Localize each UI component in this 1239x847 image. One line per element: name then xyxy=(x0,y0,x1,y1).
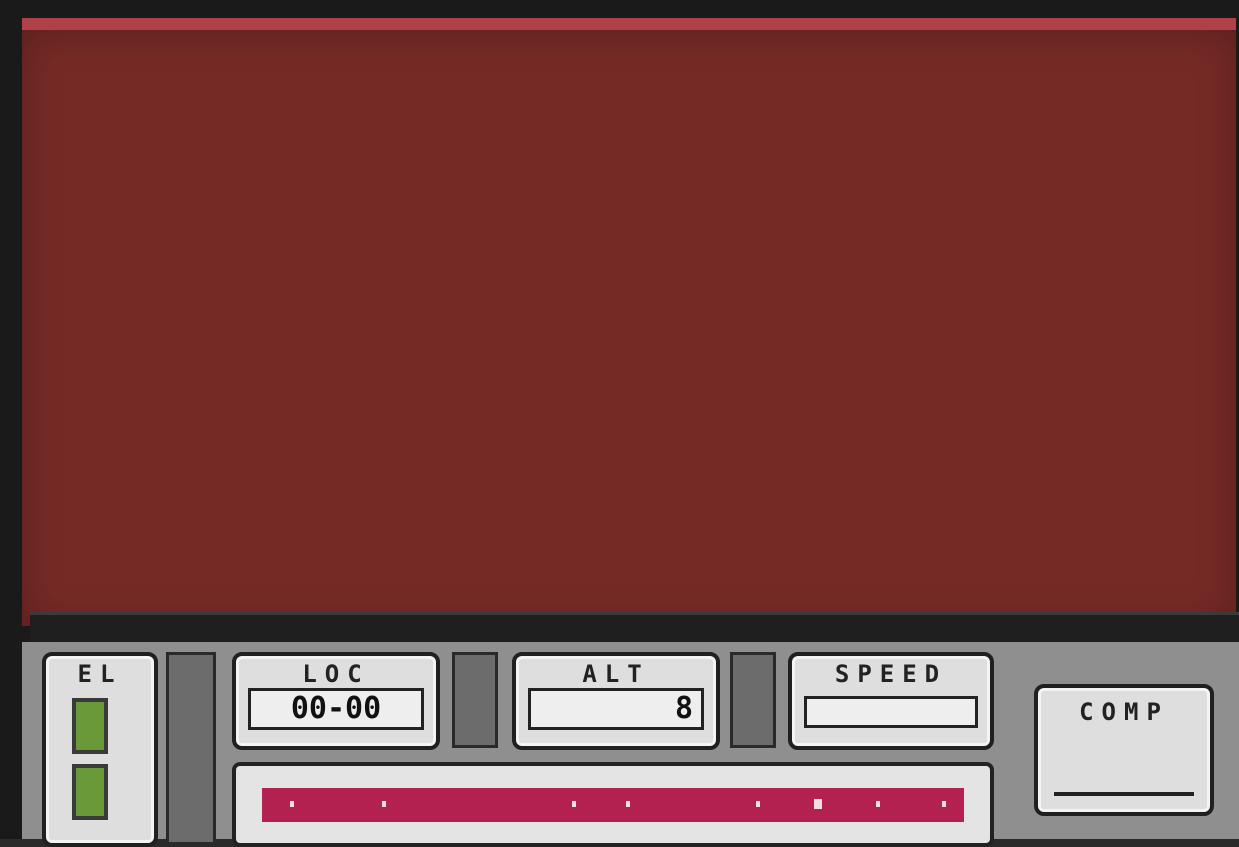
altitude-panel: ALT 8 xyxy=(512,652,720,750)
altitude-value: 8 xyxy=(528,688,704,730)
radar-blip xyxy=(626,801,630,807)
radar-blip xyxy=(942,801,946,807)
cockpit-divider xyxy=(30,612,1239,645)
altitude-label: ALT xyxy=(582,660,650,688)
fuel-cell-lower xyxy=(72,764,108,820)
location-value: 00-00 xyxy=(248,688,424,730)
fuel-label: EL xyxy=(77,660,123,688)
game-viewport xyxy=(22,18,1236,626)
compass-label: COMP xyxy=(1079,698,1169,726)
gauge-separator xyxy=(452,652,498,748)
radar-panel xyxy=(232,762,994,847)
game-frame: EL LOC 00-00 ALT 8 SPEED COMP xyxy=(0,0,1239,847)
radar-blip xyxy=(814,799,822,809)
speed-value xyxy=(804,696,978,728)
gauge-separator xyxy=(166,652,216,845)
radar-blip xyxy=(572,801,576,807)
speed-panel: SPEED xyxy=(788,652,994,750)
fuel-panel: EL xyxy=(42,652,158,847)
location-panel: LOC 00-00 xyxy=(232,652,440,750)
radar-blip xyxy=(876,801,880,807)
compass-panel: COMP xyxy=(1034,684,1214,816)
location-label: LOC xyxy=(302,660,370,688)
radar-blip xyxy=(756,801,760,807)
fuel-cell-upper xyxy=(72,698,108,754)
radar-strip xyxy=(262,788,964,822)
speed-label: SPEED xyxy=(834,660,948,688)
radar-blip xyxy=(290,801,294,807)
radar-blip xyxy=(382,801,386,807)
compass-value xyxy=(1054,744,1194,796)
gauge-separator xyxy=(730,652,776,748)
